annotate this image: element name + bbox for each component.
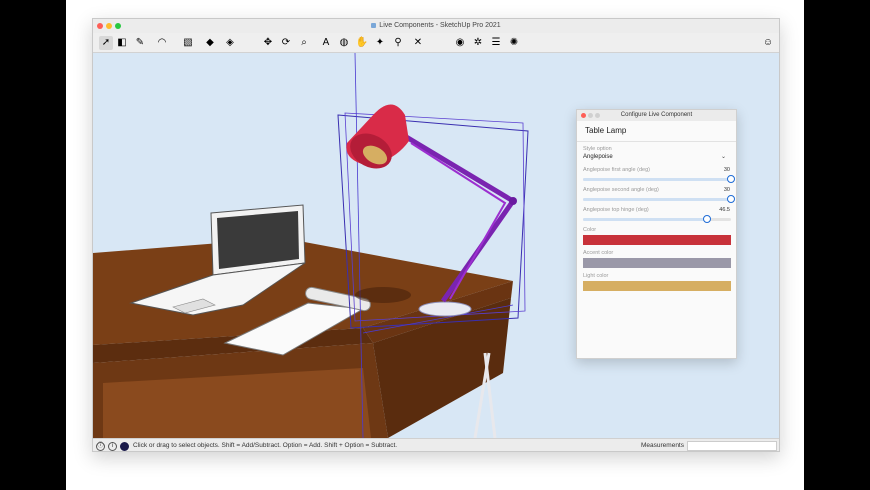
panel-title: Configure Live Component xyxy=(620,112,693,118)
panel-minimize-button[interactable] xyxy=(588,113,593,118)
style-option-label: Style option xyxy=(583,146,612,152)
toolbar: ➚ ◧ ✎ ◠ ▧ ◆ ◈ ✥ ⟳ ⌕ A ◍ ✋ ✦ ⚲ ✕ ◉ ✲ ☰ ✺ ☺ xyxy=(93,33,779,53)
zoom-tool-icon[interactable]: ⚲ xyxy=(391,36,405,50)
close-window-button[interactable] xyxy=(97,23,103,29)
measurements-label: Measurements xyxy=(641,442,684,449)
extension-manager-icon[interactable]: ✺ xyxy=(507,36,521,50)
style-option-value: Anglepoise xyxy=(583,154,613,160)
orbit-tool-icon[interactable]: ◍ xyxy=(337,36,351,50)
slider-track[interactable] xyxy=(583,175,735,183)
extension-warehouse-icon[interactable]: ✲ xyxy=(471,36,485,50)
slider-knob[interactable] xyxy=(727,195,735,203)
shape-tool-icon[interactable]: ▧ xyxy=(181,36,195,50)
configure-live-component-panel: Configure Live Component Table Lamp Styl… xyxy=(576,109,737,359)
slider-knob[interactable] xyxy=(703,215,712,223)
accent-color-label: Accent color xyxy=(583,250,614,256)
geo-location-icon[interactable]: ⓘ xyxy=(96,442,105,451)
user-icon[interactable]: ☺ xyxy=(761,36,775,50)
chevron-down-icon: ⌄ xyxy=(720,154,726,160)
color-swatch[interactable] xyxy=(583,235,731,245)
arc-tool-icon[interactable]: ◠ xyxy=(155,36,169,50)
panel-close-button[interactable] xyxy=(581,113,586,118)
slider-value: 46.5 xyxy=(719,207,730,213)
line-tool-icon[interactable]: ✎ xyxy=(133,36,147,50)
layers-icon[interactable]: ☰ xyxy=(489,36,503,50)
slider-value: 30 xyxy=(723,187,730,193)
divider xyxy=(577,141,736,142)
select-tool-icon[interactable]: ➚ xyxy=(99,36,113,50)
light-color-swatch[interactable] xyxy=(583,281,731,291)
lamp-base xyxy=(418,301,472,317)
user-status-icon[interactable] xyxy=(120,442,129,451)
panel-zoom-button[interactable] xyxy=(595,113,600,118)
light-color-label: Light color xyxy=(583,273,609,279)
status-hint-text: Click or drag to select objects. Shift =… xyxy=(133,442,398,449)
window-title: Live Components - SketchUp Pro 2021 xyxy=(379,22,501,29)
slider-knob[interactable] xyxy=(727,175,735,183)
warehouse-icon[interactable]: ◉ xyxy=(453,36,467,50)
zoom-window-button[interactable] xyxy=(115,23,121,29)
walk-tool-icon[interactable]: ✦ xyxy=(373,36,387,50)
eraser-tool-icon[interactable]: ◧ xyxy=(115,36,129,50)
minimize-window-button[interactable] xyxy=(106,23,112,29)
slider-value: 30 xyxy=(723,167,730,173)
slider-track[interactable] xyxy=(583,195,735,203)
lamp-hinge xyxy=(509,197,517,205)
component-name: Table Lamp xyxy=(585,126,627,135)
text-tool-icon[interactable]: A xyxy=(319,36,333,50)
zoom-extents-tool-icon[interactable]: ✕ xyxy=(411,36,425,50)
tape-measure-tool-icon[interactable]: ⌕ xyxy=(297,36,311,50)
color-label: Color xyxy=(583,227,597,233)
accent-color-swatch[interactable] xyxy=(583,258,731,268)
measurements-input[interactable] xyxy=(687,441,777,451)
slider-fill xyxy=(583,198,731,201)
slider-track[interactable] xyxy=(583,215,731,223)
push-pull-tool-icon[interactable]: ◆ xyxy=(203,36,217,50)
document-icon xyxy=(371,22,377,28)
title-bar: Live Components - SketchUp Pro 2021 xyxy=(93,19,779,33)
status-bar: ⓘ i Click or drag to select objects. Shi… xyxy=(93,438,779,451)
slider-label: Anglepoise second angle (deg) xyxy=(583,187,659,193)
slider-fill xyxy=(583,178,731,181)
credits-icon[interactable]: i xyxy=(108,442,117,451)
lamp-shadow xyxy=(355,287,411,303)
panel-title-bar: Configure Live Component xyxy=(577,110,736,121)
pan-tool-icon[interactable]: ✋ xyxy=(355,36,369,50)
laptop-display xyxy=(217,211,299,269)
paint-bucket-tool-icon[interactable]: ◈ xyxy=(223,36,237,50)
rotate-tool-icon[interactable]: ⟳ xyxy=(279,36,293,50)
slider-label: Anglepoise first angle (deg) xyxy=(583,167,650,173)
move-tool-icon[interactable]: ✥ xyxy=(261,36,275,50)
panel-body: Table Lamp Style option Anglepoise ⌄ Ang… xyxy=(577,121,736,358)
slider-label: Anglepoise top hinge (deg) xyxy=(583,207,649,213)
slider-fill xyxy=(583,218,708,221)
